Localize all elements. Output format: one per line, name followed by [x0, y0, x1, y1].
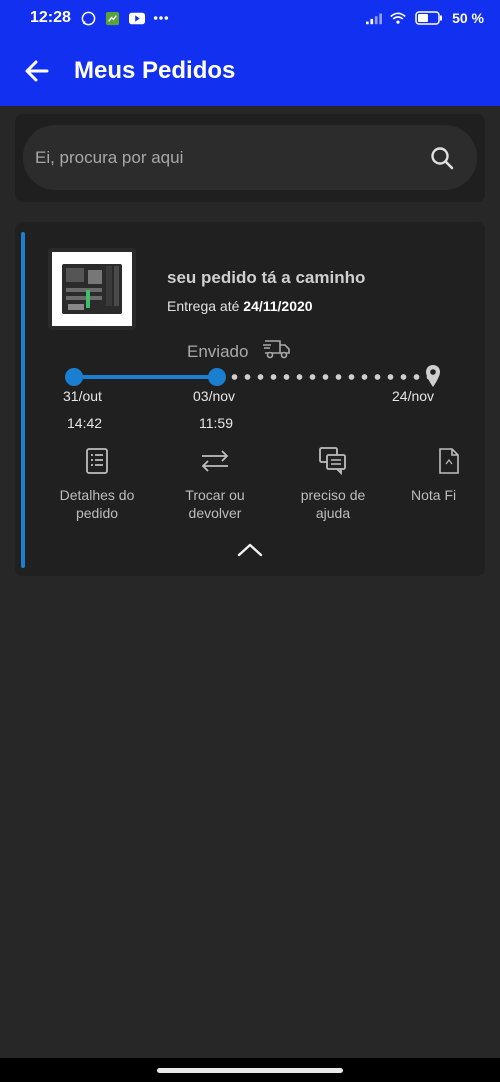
- need-help-label: preciso de ajuda: [300, 487, 366, 521]
- tracking-time-2: 11:59: [199, 415, 233, 431]
- tracking-dot-ordered: [65, 368, 83, 386]
- order-accent-bar: [21, 232, 25, 568]
- battery-percent: 50 %: [452, 10, 484, 26]
- tracking-progress-line: [74, 375, 217, 379]
- order-status-title: seu pedido tá a caminho: [167, 268, 366, 287]
- tracking-pending-line: [228, 374, 433, 380]
- back-arrow-icon: [25, 60, 49, 82]
- product-thumbnail[interactable]: [48, 248, 136, 330]
- search-card: [15, 114, 485, 202]
- search-input[interactable]: [35, 147, 417, 168]
- invoice-button[interactable]: Nota Fi: [395, 446, 485, 504]
- delivery-prefix: Entrega até: [167, 298, 240, 314]
- delivery-date: 24/11/2020: [243, 298, 313, 314]
- chevron-up-icon: [237, 543, 263, 557]
- tracking-date-1: 31/out: [63, 388, 102, 404]
- app-icon: [105, 10, 121, 26]
- swap-icon: [160, 446, 270, 476]
- truck-icon: [263, 338, 291, 365]
- order-card[interactable]: seu pedido tá a caminho Entrega até 24/1…: [15, 222, 485, 576]
- back-button[interactable]: [22, 56, 52, 86]
- invoice-label: Nota Fi: [411, 487, 457, 503]
- signal-icon: [366, 10, 383, 26]
- need-help-button[interactable]: preciso de ajuda: [278, 446, 388, 522]
- status-left: 12:28: [30, 9, 169, 27]
- status-time: 12:28: [30, 9, 71, 26]
- delivery-estimate: Entrega até 24/11/2020: [167, 298, 313, 314]
- search-field: [23, 125, 477, 190]
- product-image: [52, 252, 132, 326]
- status-bar: 12:28 50 %: [0, 0, 500, 36]
- wifi-icon: [390, 10, 406, 26]
- tracking-time-1: 14:42: [67, 415, 103, 431]
- status-right: 50 %: [366, 10, 484, 26]
- chat-icon: [278, 446, 388, 476]
- exchange-return-button[interactable]: Trocar ou devolver: [160, 446, 270, 522]
- collapse-button[interactable]: [237, 540, 263, 560]
- tracking-dot-shipped: [208, 368, 226, 386]
- youtube-icon: [128, 10, 145, 26]
- search-icon: [431, 146, 454, 169]
- exchange-return-label: Trocar ou devolver: [185, 487, 245, 521]
- shipping-stage-label: Enviado: [187, 342, 249, 361]
- page-title: Meus Pedidos: [74, 57, 236, 84]
- order-details-button[interactable]: Detalhes do pedido: [42, 446, 152, 522]
- battery-icon: [414, 10, 444, 26]
- tracking-date-3: 24/nov: [392, 388, 435, 404]
- list-icon: [42, 446, 152, 476]
- whatsapp-icon: [81, 10, 97, 26]
- document-icon: [395, 446, 485, 476]
- order-details-label: Detalhes do pedido: [59, 487, 135, 521]
- home-indicator[interactable]: [157, 1068, 343, 1073]
- app-bar: Meus Pedidos: [0, 36, 500, 106]
- tracking-date-2: 03/nov: [193, 388, 236, 404]
- search-button[interactable]: [417, 133, 467, 183]
- more-icon: [153, 10, 169, 26]
